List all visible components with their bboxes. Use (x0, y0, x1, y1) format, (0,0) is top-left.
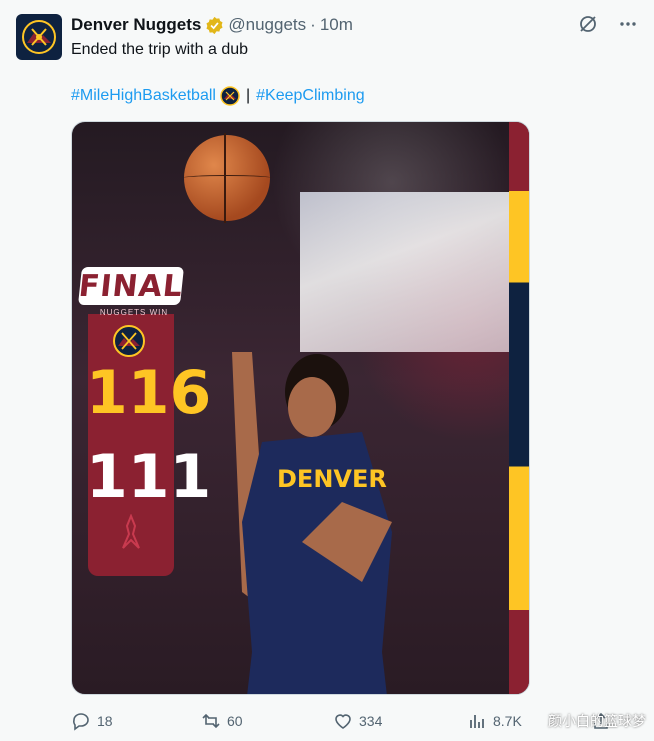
nuggets-hashflag-icon (220, 86, 240, 106)
heart-icon (335, 714, 351, 729)
hashtag-separator: | (245, 87, 251, 104)
nuggets-score-logo-icon (113, 325, 145, 357)
reply-button[interactable]: 18 (71, 709, 113, 733)
opponent-score: 111 (86, 442, 212, 512)
retweet-button[interactable]: 60 (201, 709, 243, 733)
arena-scoreboard (300, 192, 520, 352)
team-color-stripe (509, 122, 529, 694)
separator-dot: · (310, 15, 316, 34)
verified-badge-icon[interactable] (205, 16, 224, 35)
avatar[interactable] (16, 14, 62, 60)
player-silhouette: DENVER (232, 352, 392, 694)
like-button[interactable]: 334 (333, 709, 382, 733)
hashtag-row: #MileHighBasketball | #KeepClimbing (71, 86, 365, 106)
like-count: 334 (359, 713, 383, 729)
more-options-icon[interactable] (618, 14, 638, 34)
tweet-text: Ended the trip with a dub (71, 41, 249, 58)
retweet-count: 60 (227, 713, 243, 729)
tweet-timestamp[interactable]: 10m (320, 15, 353, 35)
tweet-image[interactable]: DENVER FINAL NUGGETS WIN 116 111 (71, 121, 530, 695)
hashtag-milehighbasketball[interactable]: #MileHighBasketball (71, 86, 216, 106)
hashtag-keepclimbing[interactable]: #KeepClimbing (256, 86, 365, 106)
reply-count: 18 (97, 713, 113, 729)
account-name[interactable]: Denver Nuggets (71, 15, 201, 35)
views-button[interactable]: 8.7K (467, 709, 522, 733)
account-handle[interactable]: @nuggets (228, 15, 306, 35)
jersey-text: DENVER (277, 465, 387, 493)
retweet-icon (202, 713, 220, 729)
nuggets-score: 116 (86, 358, 212, 428)
nuggets-win-label: NUGGETS WIN (99, 308, 169, 317)
tweet-header: Denver Nuggets @nuggets · 10m (71, 14, 353, 36)
view-count: 8.7K (493, 713, 522, 729)
nuggets-logo-icon (22, 20, 56, 54)
watermark: 颜小白的篮球梦 (548, 713, 646, 729)
views-icon (470, 715, 484, 728)
final-label: FINAL (77, 267, 185, 305)
top-right-controls (578, 14, 638, 34)
reply-icon (73, 713, 89, 731)
basketball (182, 133, 272, 223)
grok-icon[interactable] (578, 14, 598, 34)
rockets-logo-icon (122, 514, 140, 549)
